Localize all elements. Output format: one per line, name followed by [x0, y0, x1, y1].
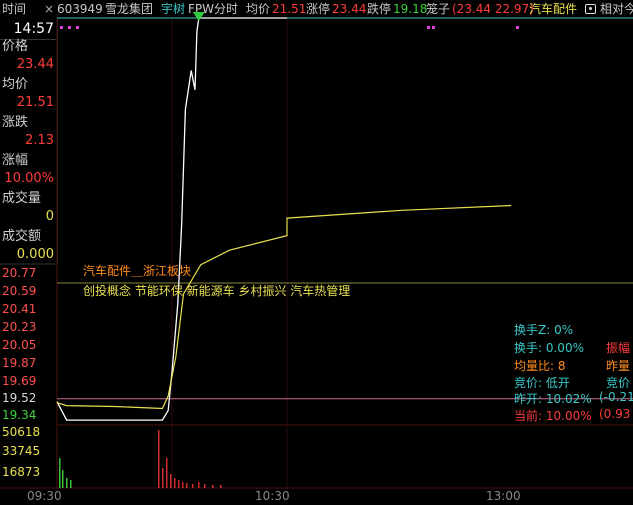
volume-bars [59, 430, 222, 488]
volume-ratio: 均量比: 8 [514, 359, 566, 373]
volume-bar [166, 458, 168, 488]
current-change: 当前: 10.00% [514, 409, 592, 423]
volume-bar [204, 484, 206, 488]
signal-marker [76, 26, 79, 29]
volume-bar [178, 480, 180, 488]
current-change-value: (0.93 [599, 407, 631, 421]
volume-bar [198, 482, 200, 488]
turnover-z: 换手Z: 0% [514, 323, 574, 337]
volume-bar [70, 480, 72, 488]
intraday-chart [0, 12, 633, 489]
volume-bar [174, 478, 176, 488]
volume-bar [62, 470, 64, 488]
auction-label: 竞价: 低开 [514, 376, 570, 390]
avg-price-line [56, 204, 512, 410]
yesterday-open: 昨开: 10.02% [514, 392, 592, 406]
signal-marker [68, 26, 71, 29]
volume-bar [220, 485, 222, 488]
auction2-label: 竞价 [606, 376, 631, 390]
volume-bar [182, 482, 184, 488]
signal-marker [60, 26, 63, 29]
signal-marker [516, 26, 519, 29]
concept-tags[interactable]: 创投概念 节能环保 新能源车 乡村振兴 汽车热管理 [83, 282, 350, 299]
volume-bar [59, 458, 61, 488]
signal-marker [427, 26, 430, 29]
volume-bar [162, 468, 164, 488]
signal-marker [432, 26, 435, 29]
turnover: 换手: 0.00% [514, 341, 584, 355]
amplitude-label: 振幅 [606, 341, 631, 355]
volume-bar [212, 485, 214, 488]
volume-bar [186, 483, 188, 488]
volume-bar [192, 484, 194, 488]
yesterday-open-value: (-0.21 [599, 390, 633, 404]
volume-bar [158, 430, 160, 488]
volume-bar [170, 474, 172, 488]
limit-up-marker-icon [192, 12, 205, 21]
sector-board-label[interactable]: 汽车配件＿浙江板块 [83, 262, 191, 279]
prev-ratio-label: 昨量 [606, 359, 631, 373]
volume-bar [66, 478, 68, 488]
